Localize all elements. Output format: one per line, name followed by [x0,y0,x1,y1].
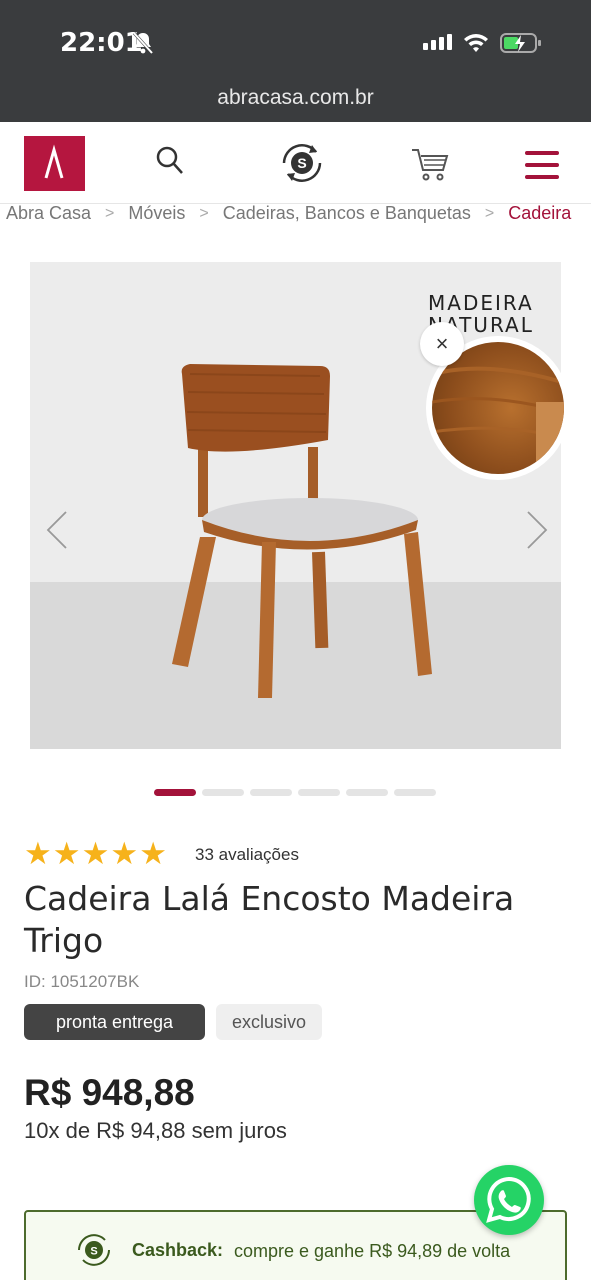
gallery-next-arrow-icon[interactable] [524,510,550,550]
site-header: S [0,122,591,204]
signal-icon [423,34,452,50]
pagination-dot[interactable] [202,789,244,796]
product-price: R$ 948,88 [24,1072,195,1113]
promo-line-1: MADEIRA [428,291,534,315]
product-id: ID: 1051207BK [24,972,140,991]
menu-hamburger-icon[interactable] [525,151,561,179]
cashback-icon[interactable]: S [276,137,328,189]
breadcrumb-item-cadeiras[interactable]: Cadeiras, Bancos e Banquetas [223,203,471,224]
search-icon[interactable] [156,146,184,176]
pagination-dot[interactable] [346,789,388,796]
battery-charging-icon [500,33,541,53]
gallery-pagination [154,789,436,796]
pagination-dot[interactable] [298,789,340,796]
whatsapp-icon [486,1176,531,1223]
browser-chrome: 22:01 abracasa.com.br [0,0,591,122]
badge-exclusive: exclusivo [216,1004,322,1040]
chevron-right-icon: > [484,204,495,222]
close-zoom-button[interactable]: × [420,322,464,366]
cart-icon[interactable] [410,146,450,182]
logo-mark-icon [44,144,64,179]
pagination-dot[interactable] [394,789,436,796]
close-icon: × [435,331,449,356]
whatsapp-button[interactable] [474,1165,544,1235]
star-icon: ★ [52,836,81,872]
cashback-coin-icon: S [78,1234,110,1266]
bell-muted-icon [132,31,154,55]
chevron-right-icon: > [199,204,209,222]
badge-ready-delivery: pronta entrega [24,1004,205,1040]
status-time: 22:01 [60,28,143,58]
reviews-count[interactable]: 33 avaliações [195,845,299,865]
star-icon: ★ [81,836,110,872]
url-bar[interactable]: abracasa.com.br [0,86,591,110]
pagination-dot-active[interactable] [154,789,196,796]
svg-text:S: S [90,1246,97,1258]
wifi-icon [464,34,488,52]
breadcrumb-item-moveis[interactable]: Móveis [128,203,185,224]
pagination-dot[interactable] [250,789,292,796]
svg-text:S: S [297,155,306,171]
star-icon: ★ [110,836,139,872]
star-icon: ★ [139,836,167,872]
chevron-right-icon: > [105,204,115,222]
cashback-label: Cashback: [132,1240,224,1260]
breadcrumb-item-current[interactable]: Cadeira [508,203,571,224]
breadcrumb: Abra Casa > Móveis > Cadeiras, Bancos e … [6,203,571,224]
breadcrumb-item-home[interactable]: Abra Casa [6,203,91,224]
cashback-text: compre e ganhe R$ 94,89 de volta [234,1241,511,1261]
star-icon: ★ [24,836,52,872]
product-title: Cadeira Lalá Encosto Madeira Trigo [24,879,515,960]
installments-text: 10x de R$ 94,88 sem juros [24,1118,287,1143]
gallery-prev-arrow-icon[interactable] [44,510,70,550]
rating-stars[interactable]: ★ ★ ★ ★ ★ [24,838,167,870]
abracasa-logo[interactable] [24,136,85,191]
